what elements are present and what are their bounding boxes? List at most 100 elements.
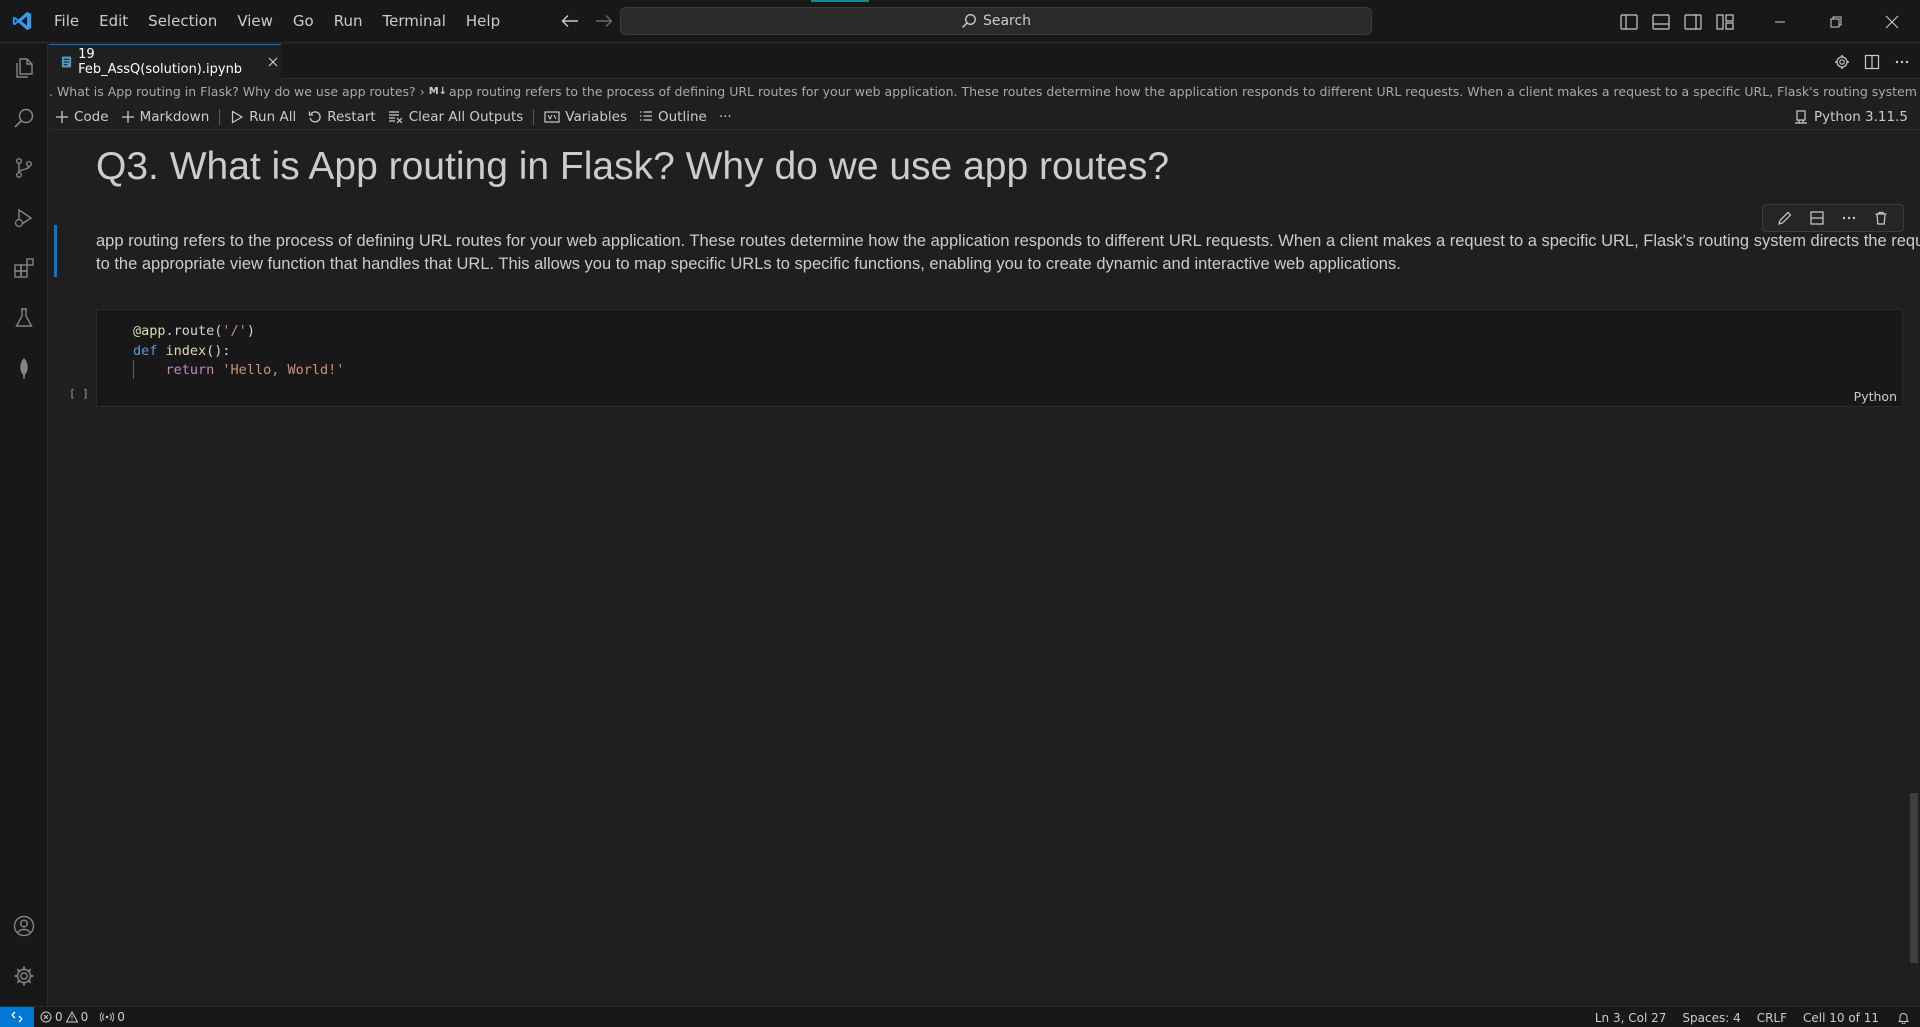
- explorer-icon[interactable]: [0, 44, 48, 92]
- outline-label: Outline: [658, 108, 707, 125]
- error-count: 0: [55, 1010, 63, 1024]
- vertical-scrollbar[interactable]: [1910, 793, 1918, 963]
- notebook-file-icon: [61, 56, 72, 68]
- run-debug-icon[interactable]: [0, 194, 48, 242]
- split-cell-icon[interactable]: [1809, 210, 1825, 226]
- add-code-label: Code: [74, 108, 109, 125]
- tab-notebook[interactable]: 19 Feb_AssQ(solution).ipynb: [49, 44, 281, 79]
- add-markdown-cell-button[interactable]: Markdown: [115, 104, 216, 130]
- notebook-toolbar: Code Markdown Run All Restart Clear All …: [49, 104, 1920, 130]
- add-markdown-label: Markdown: [139, 108, 210, 125]
- kernel-picker[interactable]: Python 3.11.5: [1794, 104, 1908, 130]
- warning-count: 0: [80, 1010, 89, 1024]
- search-label: Search: [982, 13, 1032, 29]
- manage-gear-icon[interactable]: [0, 952, 48, 1000]
- end-of-line-setting[interactable]: CRLF: [1749, 1011, 1795, 1025]
- problems-indicator[interactable]: 0 0: [34, 1010, 94, 1024]
- toolbar-more-button[interactable]: ···: [713, 104, 738, 130]
- cell-position[interactable]: Cell 10 of 11: [1795, 1011, 1887, 1025]
- command-center-search[interactable]: Search: [620, 7, 1372, 35]
- breadcrumb-heading[interactable]: . What is App routing in Flask? Why do w…: [49, 84, 416, 99]
- clear-all-outputs-button[interactable]: Clear All Outputs: [382, 104, 530, 130]
- ports-count: 0: [117, 1010, 125, 1024]
- code-token: 'Hello, World!': [214, 362, 345, 378]
- markdown-marker-icon: M↓: [428, 85, 448, 97]
- title-bar: File Edit Selection View Go Run Terminal…: [0, 0, 1920, 43]
- restore-icon: [1830, 16, 1842, 27]
- variables-label: Variables: [565, 108, 627, 125]
- code-token: '/': [222, 323, 247, 339]
- code-token: ): [246, 323, 255, 339]
- execution-count: [ ]: [69, 387, 89, 400]
- toggle-panel-icon[interactable]: [1652, 13, 1670, 30]
- activity-bar: [0, 44, 48, 1006]
- forward-arrow-icon[interactable]: [594, 11, 614, 31]
- code-editor[interactable]: @app.route('/') def index(): return 'Hel…: [133, 322, 344, 381]
- chevron-right-icon: ›: [419, 83, 425, 99]
- menu-edit[interactable]: Edit: [89, 0, 138, 43]
- cell-language-label[interactable]: Python: [1854, 389, 1897, 404]
- tab-title: 19 Feb_AssQ(solution).ipynb: [78, 47, 243, 77]
- minimize-icon: [1775, 21, 1785, 22]
- toggle-primary-sidebar-icon[interactable]: [1620, 13, 1638, 30]
- more-actions-icon[interactable]: [1894, 54, 1910, 70]
- menu-selection[interactable]: Selection: [138, 0, 227, 43]
- plus-icon: [121, 110, 134, 123]
- editor-tab-bar: 19 Feb_AssQ(solution).ipynb: [49, 44, 1920, 79]
- testing-flask-icon[interactable]: [0, 294, 48, 342]
- indentation-setting[interactable]: Spaces: 4: [1674, 1011, 1748, 1025]
- toggle-secondary-sidebar-icon[interactable]: [1684, 13, 1702, 30]
- vscode-logo-icon: [0, 0, 44, 43]
- add-code-cell-button[interactable]: Code: [49, 104, 115, 130]
- more-ellipsis-icon: ···: [718, 108, 732, 125]
- code-token: def: [133, 342, 158, 359]
- split-editor-icon[interactable]: [1864, 54, 1880, 70]
- menu-go[interactable]: Go: [283, 0, 324, 43]
- back-arrow-icon[interactable]: [560, 11, 580, 31]
- restart-label: Restart: [327, 108, 376, 125]
- restart-kernel-button[interactable]: Restart: [302, 104, 382, 130]
- restart-icon: [309, 110, 321, 123]
- warning-icon: [65, 1011, 78, 1023]
- variables-button[interactable]: Variables: [538, 104, 633, 130]
- remote-icon: [11, 1011, 23, 1023]
- search-icon: [961, 14, 976, 28]
- menu-file[interactable]: File: [44, 0, 89, 43]
- menu-run[interactable]: Run: [324, 0, 373, 43]
- mongodb-leaf-icon[interactable]: [0, 344, 48, 392]
- tab-close-icon[interactable]: [264, 53, 281, 71]
- run-all-button[interactable]: Run All: [224, 104, 302, 130]
- cursor-position[interactable]: Ln 3, Col 27: [1587, 1011, 1675, 1025]
- restore-button[interactable]: [1808, 0, 1864, 43]
- toolbar-divider: [219, 108, 221, 125]
- remote-indicator[interactable]: [0, 1006, 34, 1027]
- breadcrumb-paragraph[interactable]: app routing refers to the process of def…: [449, 84, 1920, 99]
- code-cell[interactable]: @app.route('/') def index(): return 'Hel…: [96, 309, 1903, 407]
- code-token: return: [165, 362, 215, 378]
- notifications-bell-icon[interactable]: [1887, 1011, 1920, 1024]
- accounts-icon[interactable]: [0, 902, 48, 950]
- cell-more-icon[interactable]: [1841, 210, 1857, 226]
- outline-button[interactable]: Outline: [633, 104, 713, 130]
- code-token: ():: [206, 342, 231, 359]
- notebook-settings-gear-icon[interactable]: [1834, 54, 1850, 70]
- menu-view[interactable]: View: [227, 0, 283, 43]
- menu-terminal[interactable]: Terminal: [373, 0, 456, 43]
- source-control-icon[interactable]: [0, 144, 48, 192]
- markdown-cell-paragraph[interactable]: app routing refers to the process of def…: [96, 230, 1920, 276]
- menu-help[interactable]: Help: [456, 0, 510, 43]
- close-window-button[interactable]: [1864, 0, 1920, 43]
- extensions-icon[interactable]: [0, 244, 48, 292]
- edit-pencil-icon[interactable]: [1777, 210, 1793, 226]
- markdown-cell-heading[interactable]: Q3. What is App routing in Flask? Why do…: [96, 145, 1169, 189]
- delete-trash-icon[interactable]: [1873, 210, 1889, 226]
- customize-layout-icon[interactable]: [1716, 13, 1734, 30]
- code-token: index: [157, 342, 207, 359]
- error-icon: [40, 1011, 52, 1023]
- ports-indicator[interactable]: 0: [94, 1010, 131, 1024]
- close-icon: [1885, 15, 1899, 28]
- play-icon: [232, 109, 244, 124]
- search-view-icon[interactable]: [0, 94, 48, 142]
- minimize-button[interactable]: [1752, 0, 1808, 43]
